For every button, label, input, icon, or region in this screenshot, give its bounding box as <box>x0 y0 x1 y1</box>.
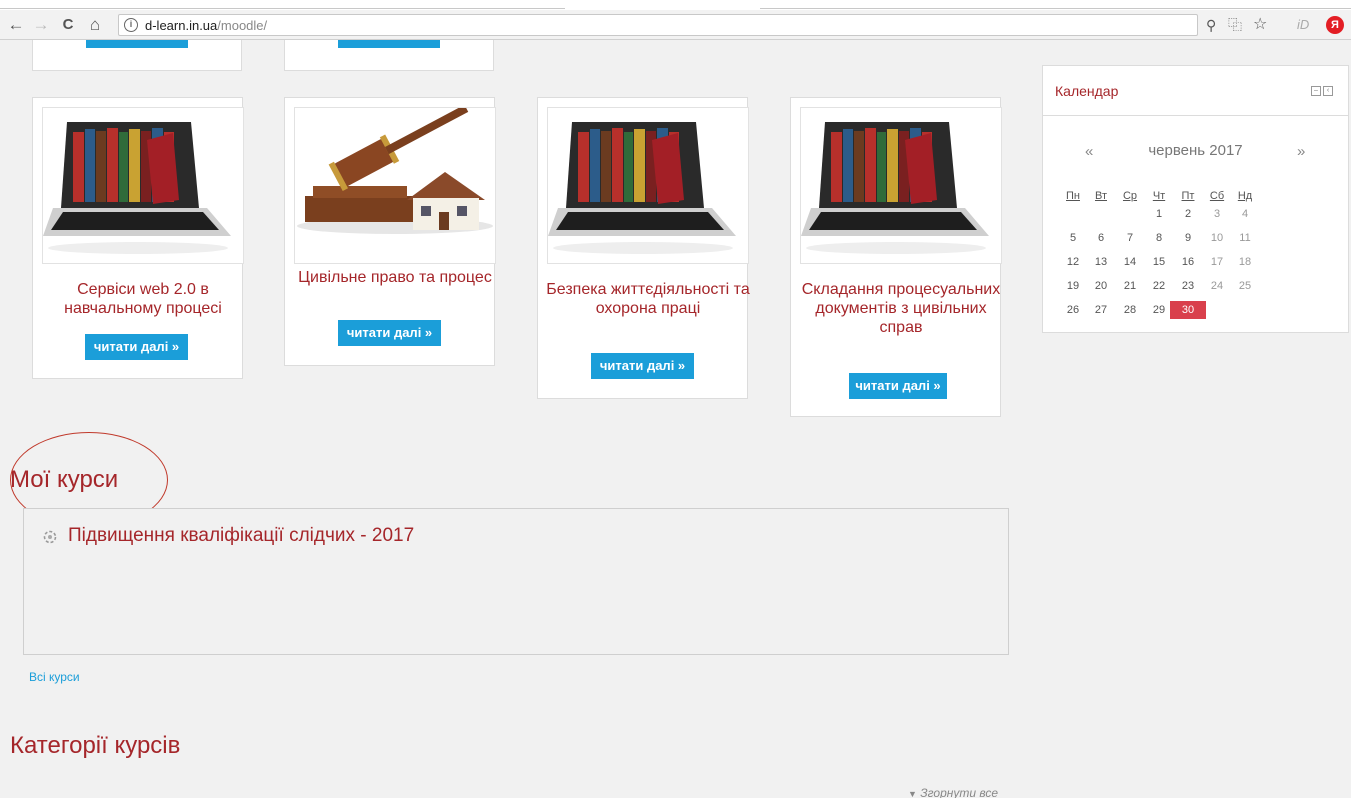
course-image[interactable] <box>294 107 496 264</box>
calendar-day-today[interactable]: 30 <box>1170 301 1206 319</box>
calendar-weekday[interactable]: Нд <box>1235 190 1255 202</box>
card-stub <box>32 40 242 71</box>
course-card: Цивільне право та процес читати далі » <box>284 97 496 366</box>
tab-divider <box>0 8 565 9</box>
yandex-icon[interactable]: Я <box>1326 16 1344 34</box>
laptop-books-icon <box>801 122 989 254</box>
calendar-weekday[interactable]: Вт <box>1091 190 1111 202</box>
forward-arrow-icon[interactable]: → <box>31 15 51 35</box>
calendar-next-month[interactable]: » <box>1297 143 1305 160</box>
back-arrow-icon[interactable]: ← <box>6 15 26 35</box>
home-icon[interactable]: ⌂ <box>85 15 105 35</box>
button-stub <box>338 40 440 48</box>
browser-toolbar: ← → C ⌂ i d-learn.in.ua/moodle/ ⚲ ⿻ ☆ iD <box>0 10 1351 40</box>
laptop-books-icon <box>548 122 736 254</box>
course-title[interactable]: Складання процесуальних документів з цив… <box>795 280 1007 337</box>
calendar-day[interactable]: 25 <box>1227 278 1263 294</box>
address-bar[interactable]: i d-learn.in.ua/moodle/ <box>118 14 1198 36</box>
course-title[interactable]: Безпека життєдіяльності та охорона праці <box>542 280 754 318</box>
gavel-house-icon <box>297 108 493 234</box>
course-card: Сервіси web 2.0 в навчальному процесі чи… <box>32 97 244 379</box>
my-course-link[interactable]: Підвищення кваліфікації слідчих - 2017 <box>68 525 414 547</box>
info-icon[interactable]: i <box>124 18 138 32</box>
read-more-button[interactable]: читати далі » <box>591 353 694 379</box>
calendar-weekday[interactable]: Пт <box>1178 190 1198 202</box>
calendar-day[interactable]: 18 <box>1227 254 1263 270</box>
url-host: d-learn.in.ua <box>145 18 218 33</box>
calendar-weekday[interactable]: Пн <box>1063 190 1083 202</box>
course-icon <box>43 530 57 544</box>
calendar-weekday[interactable]: Чт <box>1149 190 1169 202</box>
all-courses-link[interactable]: Всі курси <box>29 670 80 684</box>
triangle-down-icon: ▼ <box>908 789 917 798</box>
course-image[interactable] <box>800 107 1002 264</box>
url-path: /moodle/ <box>217 18 268 33</box>
read-more-button[interactable]: читати далі » <box>338 320 441 346</box>
calendar-block: Календар – ‹ « червень 2017 » Пн Вт Ср Чт Пт… <box>1042 65 1349 333</box>
calendar-header: Календар – ‹ <box>1043 66 1348 116</box>
course-image[interactable] <box>42 107 244 264</box>
read-more-button[interactable]: читати далі » <box>85 334 188 360</box>
calendar-day[interactable]: 11 <box>1227 230 1263 246</box>
course-categories-heading: Категорії курсів <box>10 732 181 759</box>
reload-icon[interactable]: C <box>58 15 78 35</box>
course-card: Безпека життєдіяльності та охорона праці… <box>537 97 750 399</box>
key-icon[interactable]: ⚲ <box>1206 16 1216 34</box>
course-image[interactable] <box>547 107 749 264</box>
laptop-books-icon <box>43 122 231 254</box>
tab-divider <box>760 8 1351 9</box>
calendar-weekday[interactable]: Сб <box>1207 190 1227 202</box>
collapse-all-label: Згорнути все <box>920 786 999 798</box>
read-more-button[interactable]: читати далі » <box>849 373 947 399</box>
calendar-weekday[interactable]: Ср <box>1120 190 1140 202</box>
collapse-block-icon[interactable]: – <box>1311 86 1321 96</box>
course-title[interactable]: Сервіси web 2.0 в навчальному процесі <box>37 280 249 318</box>
course-title[interactable]: Цивільне право та процес <box>289 268 501 287</box>
calendar-title: Календар <box>1055 83 1119 99</box>
button-stub <box>86 40 188 48</box>
dock-block-icon[interactable]: ‹ <box>1323 86 1333 96</box>
card-stub <box>284 40 494 71</box>
address-url[interactable]: d-learn.in.ua/moodle/ <box>145 18 267 33</box>
my-courses-heading: Мої курси <box>10 466 119 493</box>
bookmark-star-icon[interactable]: ☆ <box>1253 16 1267 34</box>
my-courses-list: Підвищення кваліфікації слідчих - 2017 <box>23 508 1009 655</box>
collapse-all-link[interactable]: ▼ Згорнути все <box>908 786 998 798</box>
course-card: Складання процесуальних документів з цив… <box>790 97 1002 417</box>
browser-tab-strip <box>0 0 1351 10</box>
translate-icon[interactable]: ⿻ <box>1228 16 1242 34</box>
calendar-day[interactable]: 4 <box>1227 206 1263 222</box>
extension-id-icon[interactable]: iD <box>1297 16 1309 34</box>
